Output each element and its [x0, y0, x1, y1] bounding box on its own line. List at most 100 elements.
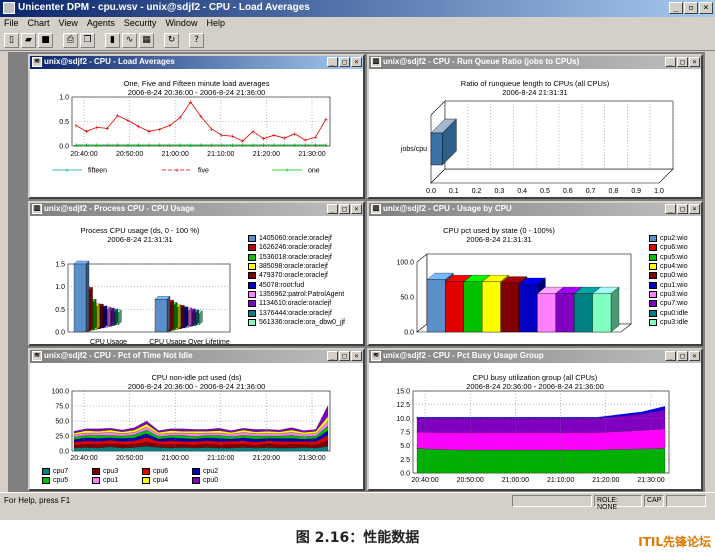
legend-item: 1405060:oracle:oraclejf	[248, 234, 345, 243]
app-icon[interactable]	[3, 2, 15, 14]
minimize-button[interactable]: _	[327, 204, 338, 214]
legend-label: 1356962:patrol:PatrolAgent	[259, 290, 345, 298]
busy-group-chart: 0.0 2.5 5.0 7.5 10.0 12.5 15.0 20:40:00 20:50:00…	[396, 389, 670, 484]
legend-label: cpu0:idle	[660, 309, 689, 317]
load-averages-window[interactable]: ≋ unix@sdjf2 - CPU - Load Averages _ □ × O…	[28, 54, 365, 199]
run-queue-window[interactable]: ▥ unix@sdjf2 - CPU - Run Queue Ratio (jo…	[367, 54, 703, 199]
window-title: unix@sdjf2 - CPU - Usage by CPU	[383, 204, 512, 213]
data-point: +	[209, 143, 213, 150]
maximize-button[interactable]: □	[339, 57, 350, 67]
menu-chart[interactable]: Chart	[28, 18, 50, 31]
menu-agents[interactable]: Agents	[87, 18, 115, 31]
legend-item: 561336:oracle:ora_dbw0_jjf	[248, 318, 345, 327]
window-title: unix@sdjf2 - CPU - Run Queue Ratio (jobs…	[383, 57, 580, 66]
close-button[interactable]: ×	[689, 204, 700, 214]
window-title: unix@sdjf2 - Process CPU - CPU Usage	[44, 204, 195, 213]
bar-cpu0:idle	[574, 293, 593, 333]
minimize-button[interactable]: _	[327, 57, 338, 67]
print-icon[interactable]: ⎙	[63, 33, 78, 48]
legend-swatch	[649, 272, 657, 280]
load-averages-titlebar[interactable]: ≋ unix@sdjf2 - CPU - Load Averages _ □ ×	[30, 56, 363, 69]
legend-label: cpu6:wio	[660, 244, 688, 252]
usage-by-cpu-window[interactable]: ▥ unix@sdjf2 - CPU - Usage by CPU _ □ × CP…	[367, 201, 703, 346]
minimize-button[interactable]: _	[669, 2, 683, 14]
new-icon[interactable]: ▯	[4, 33, 19, 48]
data-point: +	[272, 143, 276, 150]
x-tick-label: 0.6	[563, 188, 573, 195]
save-icon[interactable]: ■	[38, 33, 53, 48]
legend-swatch	[649, 290, 657, 298]
busy-group-window[interactable]: ≋ unix@sdjf2 - CPU - Pct Busy Usage Grou…	[367, 348, 703, 491]
x-tick-label: 21:20:00	[253, 455, 280, 462]
legend-item: cpu0	[192, 476, 242, 485]
legend-label: cpu0:wio	[660, 272, 688, 280]
minimize-button[interactable]: _	[327, 351, 338, 361]
window-title: unix@sdjf2 - CPU - Load Averages	[44, 57, 175, 66]
bar-side	[107, 306, 111, 328]
minimize-button[interactable]: _	[665, 57, 676, 67]
line-chart-icon[interactable]: ∿	[122, 33, 137, 48]
legend-swatch	[649, 300, 657, 308]
y-tick-label: 0.0	[55, 330, 65, 337]
legend-swatch	[92, 477, 100, 485]
close-button[interactable]: ×	[351, 351, 362, 361]
maximize-button[interactable]: □	[677, 57, 688, 67]
window-title: Unicenter DPM - cpu.wsv - unix@sdjf2 - C…	[18, 2, 310, 13]
chart-title: CPU busy utilization group (all CPUs)	[472, 373, 598, 382]
legend-label: cpu0	[203, 477, 219, 485]
menu-file[interactable]: File	[4, 18, 19, 31]
data-point: +	[178, 143, 182, 150]
legend-swatch	[649, 244, 657, 252]
close-button[interactable]: ×	[351, 204, 362, 214]
y-tick-label: 1.0	[55, 284, 65, 291]
usage-by-cpu-titlebar[interactable]: ▥ unix@sdjf2 - CPU - Usage by CPU _ □ ×	[369, 203, 701, 216]
close-button[interactable]: ×	[699, 2, 713, 14]
close-button[interactable]: ×	[351, 57, 362, 67]
legend-swatch	[42, 477, 50, 485]
title-bar[interactable]: Unicenter DPM - cpu.wsv - unix@sdjf2 - C…	[0, 0, 715, 17]
mdi-workspace: ≋ unix@sdjf2 - CPU - Load Averages _ □ × O…	[9, 52, 705, 492]
bar-chart-icon[interactable]: ▮	[105, 33, 120, 48]
data-point: +	[189, 99, 193, 106]
legend-item: 1356962:patrol:PatrolAgent	[248, 290, 345, 299]
process-cpu-window[interactable]: ▥ unix@sdjf2 - Process CPU - CPU Usage _…	[28, 201, 365, 346]
category-label: CPU Usage	[90, 339, 127, 346]
data-point: +	[261, 143, 265, 150]
help-icon[interactable]: ?	[189, 33, 204, 48]
not-idle-titlebar[interactable]: ≋ unix@sdjf2 - CPU - Pct of Time Not Idl…	[30, 350, 363, 363]
not-idle-window[interactable]: ≋ unix@sdjf2 - CPU - Pct of Time Not Idl…	[28, 348, 365, 491]
menu-help[interactable]: Help	[206, 18, 225, 31]
menu-view[interactable]: View	[59, 18, 78, 31]
legend-label: 479370:oracle:oraclejf	[259, 272, 328, 280]
minimize-button[interactable]: _	[665, 204, 676, 214]
process-cpu-titlebar[interactable]: ▥ unix@sdjf2 - Process CPU - CPU Usage _…	[30, 203, 363, 216]
legend-item: 385098:oracle:oraclejf	[248, 262, 345, 271]
maximize-button[interactable]: □	[677, 351, 688, 361]
copy-icon[interactable]: ❐	[80, 33, 95, 48]
close-button[interactable]: ×	[689, 351, 700, 361]
open-icon[interactable]: ▰	[21, 33, 36, 48]
restore-button[interactable]: ▫	[684, 2, 698, 14]
bar-cpu2:wio	[426, 279, 446, 333]
menu-window[interactable]: Window	[165, 18, 197, 31]
maximize-button[interactable]: □	[339, 204, 350, 214]
table-icon[interactable]: ▦	[139, 33, 154, 48]
run-queue-titlebar[interactable]: ▥ unix@sdjf2 - CPU - Run Queue Ratio (jo…	[369, 56, 701, 69]
data-point: +	[314, 135, 318, 142]
maximize-button[interactable]: □	[677, 204, 688, 214]
legend-item: cpu7	[42, 467, 92, 476]
maximize-button[interactable]: □	[339, 351, 350, 361]
menu-security[interactable]: Security	[124, 18, 157, 31]
close-button[interactable]: ×	[689, 57, 700, 67]
refresh-icon[interactable]: ↻	[164, 33, 179, 48]
data-point: +	[147, 143, 151, 150]
data-point: +	[293, 131, 297, 138]
status-panel	[512, 495, 592, 507]
data-point: +	[116, 143, 120, 150]
legend-item: 1376444:oracle:oraclejf	[248, 308, 345, 317]
x-tick-label: 0.5	[540, 188, 550, 195]
window-icon: ≋	[32, 351, 42, 361]
window-icon: ≋	[32, 57, 42, 67]
minimize-button[interactable]: _	[665, 351, 676, 361]
busy-group-titlebar[interactable]: ≋ unix@sdjf2 - CPU - Pct Busy Usage Grou…	[369, 350, 701, 363]
